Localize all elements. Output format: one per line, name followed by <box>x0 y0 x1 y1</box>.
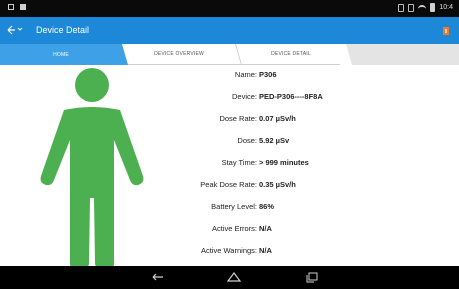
detail-label: Active Errors: <box>211 224 257 233</box>
tab-bar-filler <box>346 44 459 65</box>
detail-row-peak-dose-rate: Peak Dose Rate: 0.35 µSv/h <box>170 180 450 194</box>
detail-label: Dose: <box>237 136 257 145</box>
detail-value: N/A <box>259 246 272 255</box>
sim-icon <box>398 3 405 12</box>
nav-home-icon[interactable] <box>226 271 242 283</box>
detail-row-stay-time: Stay Time: > 999 minutes <box>170 158 450 172</box>
system-icons: 10:4 <box>398 3 453 12</box>
tab-home[interactable]: HOME <box>0 44 122 65</box>
detail-value: N/A <box>259 224 272 233</box>
detail-row-battery-level: Battery Level: 86% <box>170 202 450 216</box>
vibrate-icon <box>408 3 415 12</box>
tab-separator <box>340 44 352 65</box>
nav-back-icon[interactable] <box>150 271 166 283</box>
app-bar: Device Detail <box>0 17 459 44</box>
tab-separator <box>114 44 128 65</box>
status-bar: 10:4 <box>0 0 459 17</box>
detail-label: Active Warnings: <box>201 246 257 255</box>
tab-device-overview[interactable]: DEVICE OVERVIEW <box>122 44 236 65</box>
detail-row-dose-rate: Dose Rate: 0.07 µSv/h <box>170 114 450 128</box>
detail-row-device: Device: PED-P306----8F8A <box>170 92 450 106</box>
detail-row-active-warnings: Active Warnings: N/A <box>170 246 450 260</box>
detail-value: 0.35 µSv/h <box>259 180 296 189</box>
notification-icons <box>8 4 26 10</box>
detail-value: > 999 minutes <box>259 158 309 167</box>
battery-icon <box>430 3 436 12</box>
alert-icon[interactable] <box>441 24 451 36</box>
tab-bar: HOME DEVICE OVERVIEW DEVICE DETAIL <box>0 44 459 65</box>
nav-recents-icon[interactable] <box>304 271 320 283</box>
clock: 10:4 <box>439 4 453 11</box>
page-title: Device Detail <box>36 25 90 35</box>
detail-label: Peak Dose Rate: <box>200 180 257 189</box>
tab-device-detail[interactable]: DEVICE DETAIL <box>236 44 346 65</box>
detail-label: Battery Level: <box>211 202 257 211</box>
detail-value: 86% <box>259 202 275 211</box>
back-arrow-icon[interactable] <box>7 25 23 35</box>
detail-row-name: Name: P306 <box>170 70 450 84</box>
detail-label: Stay Time: <box>221 158 257 167</box>
detail-value: PED-P306----8F8A <box>259 92 323 101</box>
detail-value: P306 <box>259 70 277 79</box>
detail-value: 5.92 µSv <box>259 136 290 145</box>
notification-icon <box>8 4 14 10</box>
wifi-icon <box>418 4 427 11</box>
navigation-bar <box>0 266 459 289</box>
detail-label: Dose Rate: <box>219 114 257 123</box>
detail-label: Device: <box>231 92 257 101</box>
detail-value: 0.07 µSv/h <box>259 114 296 123</box>
tab-separator <box>235 44 242 65</box>
detail-label: Name: <box>234 70 257 79</box>
person-status-icon <box>34 68 154 268</box>
detail-row-dose: Dose: 5.92 µSv <box>170 136 450 150</box>
notification-icon <box>20 4 26 10</box>
detail-row-active-errors: Active Errors: N/A <box>170 224 450 238</box>
